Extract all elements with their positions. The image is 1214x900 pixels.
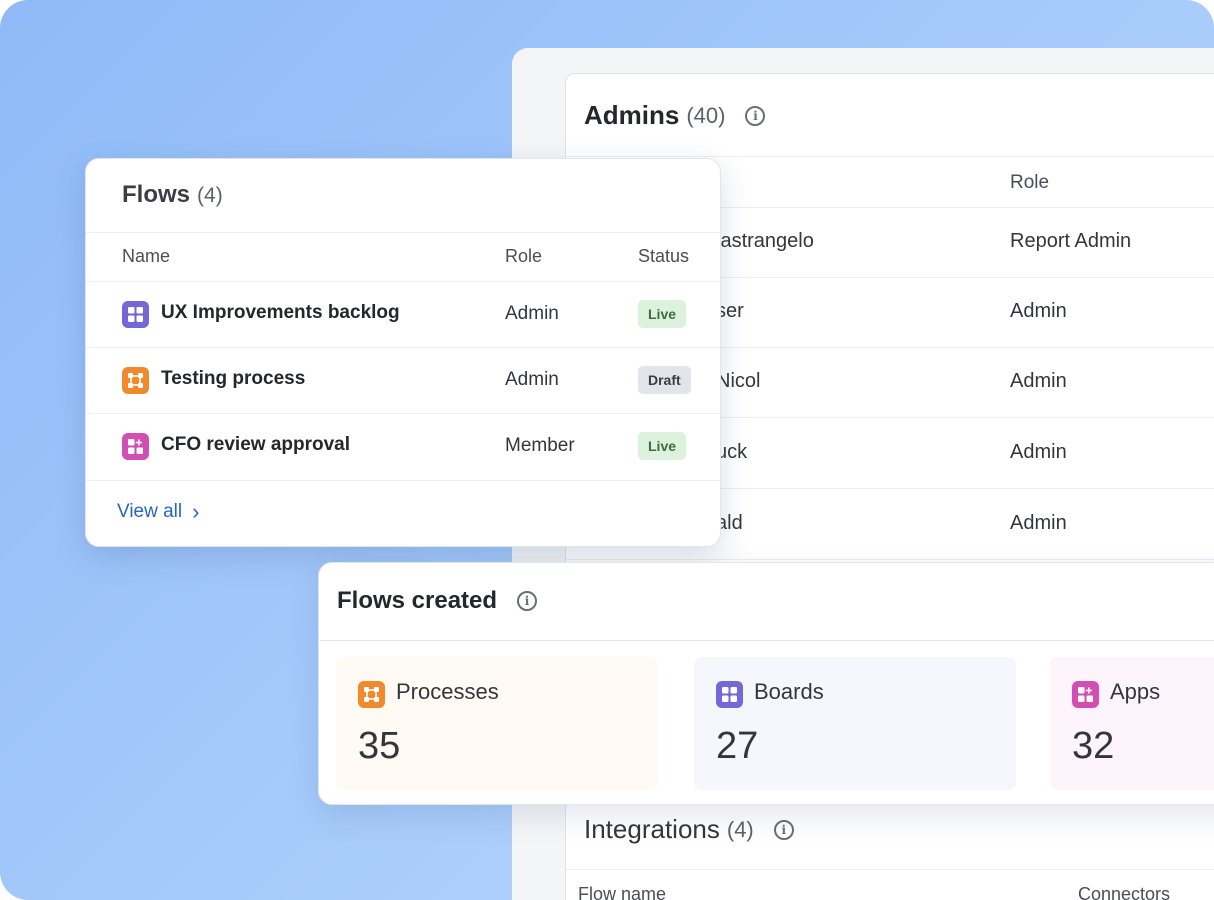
stat-value: 27: [716, 725, 759, 767]
admins-title: Admins: [584, 100, 680, 130]
status-badge: Live: [638, 300, 687, 328]
flow-role: Admin: [505, 369, 559, 390]
flow-name[interactable]: CFO review approval: [161, 434, 350, 456]
flows-header: Flows (4): [122, 181, 223, 209]
flow-name[interactable]: Testing process: [161, 368, 305, 390]
flows-created-card: Flows created i Processes 35 Boards 27 A…: [318, 562, 1214, 805]
table-row[interactable]: CFO review approval Member Live: [86, 413, 720, 479]
flows-created-title: Flows created: [337, 587, 498, 614]
column-header-flow-name[interactable]: Flow name: [578, 884, 666, 900]
stat-apps[interactable]: Apps 32: [1050, 657, 1214, 790]
flows-title: Flows: [122, 181, 191, 208]
flow-role: Admin: [505, 303, 559, 324]
process-icon: [358, 681, 385, 708]
integrations-count: (4): [726, 816, 754, 842]
flows-count: (4): [197, 184, 223, 207]
info-icon[interactable]: i: [517, 591, 538, 611]
app-icon: [122, 433, 149, 460]
integrations-title: Integrations: [584, 814, 720, 844]
status-badge: Draft: [638, 366, 691, 394]
flow-role: Member: [505, 435, 575, 456]
board-icon: [122, 301, 149, 328]
stat-value: 32: [1072, 725, 1115, 767]
status-badge: Live: [638, 432, 687, 460]
process-icon: [122, 367, 149, 394]
column-header-status[interactable]: Status: [638, 246, 689, 267]
info-icon[interactable]: i: [745, 105, 766, 126]
divider: [566, 869, 1214, 870]
flows-created-header: Flows created i: [337, 587, 538, 615]
divider: [319, 640, 1214, 641]
flows-card: Flows (4) Name Role Status UX Improvemen…: [85, 158, 721, 547]
admin-name: lastrangelo: [716, 230, 814, 252]
board-icon: [716, 681, 743, 708]
column-header-role[interactable]: Role: [1010, 172, 1049, 194]
column-header-connectors[interactable]: Connectors: [1078, 884, 1170, 900]
stat-boards[interactable]: Boards 27: [694, 657, 1016, 790]
divider: [566, 156, 1214, 157]
chevron-right-icon: ›: [192, 499, 200, 524]
admin-role: Admin: [1010, 512, 1067, 534]
integrations-header: Integrations (4) i: [584, 814, 794, 845]
stat-label: Processes: [396, 679, 499, 704]
admin-role: Admin: [1010, 441, 1067, 463]
admin-role: Admin: [1010, 300, 1067, 322]
admin-role: Report Admin: [1010, 230, 1132, 252]
flow-name[interactable]: UX Improvements backlog: [161, 302, 400, 324]
admins-count: (40): [686, 102, 726, 128]
column-header-name[interactable]: Name: [122, 246, 170, 267]
app-icon: [1072, 681, 1099, 708]
view-all-label: View all: [117, 501, 183, 522]
divider: [86, 232, 720, 233]
divider: [86, 480, 720, 481]
admin-name: Nicol: [716, 370, 761, 392]
info-icon[interactable]: i: [773, 819, 794, 840]
stat-value: 35: [358, 725, 401, 767]
stat-label: Boards: [754, 679, 824, 704]
table-row[interactable]: UX Improvements backlog Admin Live: [86, 281, 720, 347]
admin-role: Admin: [1010, 370, 1067, 392]
stat-processes[interactable]: Processes 35: [336, 657, 658, 790]
column-header-role[interactable]: Role: [505, 246, 542, 267]
table-row[interactable]: Testing process Admin Draft: [86, 347, 720, 413]
admins-header: Admins (40) i: [584, 100, 766, 131]
stat-label: Apps: [1110, 679, 1161, 704]
view-all-link[interactable]: View all ›: [117, 501, 199, 523]
integrations-card: Integrations (4) i Flow name Connectors: [565, 800, 1214, 900]
